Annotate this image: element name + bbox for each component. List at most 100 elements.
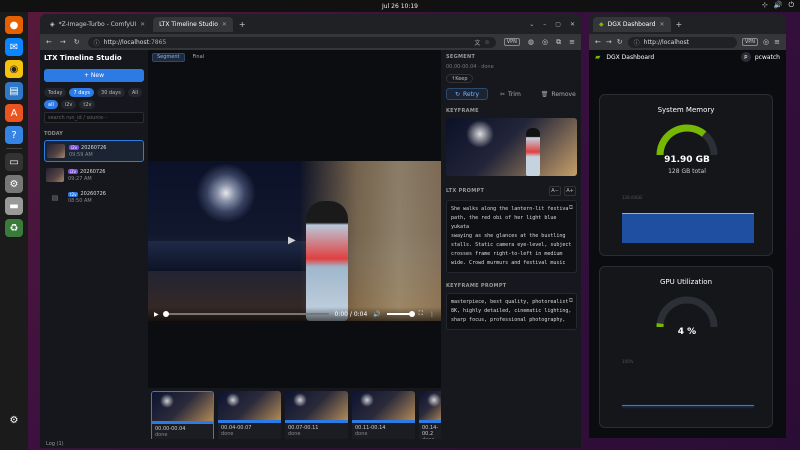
prompt-line: swaying as she glances at the bustling xyxy=(451,233,566,239)
tab-comfyui[interactable]: ◈ *Z-Image-Turbo - ComfyUI ✕ xyxy=(44,17,151,32)
new-tab-icon[interactable]: + xyxy=(673,20,686,29)
extensions-puzzle-icon[interactable]: ⧉ xyxy=(556,38,561,47)
back-icon[interactable]: ← xyxy=(46,38,52,46)
vpn-badge[interactable]: VPN xyxy=(741,38,759,46)
run-search-input[interactable]: search run_id / source··· xyxy=(44,112,144,123)
fullscreen-icon[interactable]: ⛶ xyxy=(419,310,423,318)
prompt-line: stalls. Static camera eye-level, subject xyxy=(451,242,572,248)
new-run-button[interactable]: + New xyxy=(44,69,144,82)
filter-today[interactable]: Today xyxy=(44,88,67,97)
writer-icon[interactable]: ▤ xyxy=(5,82,23,100)
profile-icon[interactable]: ◎ xyxy=(763,38,769,46)
more-icon[interactable]: ⋮ xyxy=(429,311,435,318)
reload-icon[interactable]: ↻ xyxy=(74,38,80,46)
volume-knob[interactable] xyxy=(408,311,415,317)
disk-icon[interactable]: ▬ xyxy=(5,197,23,215)
copy-icon[interactable]: ⧉ xyxy=(569,203,573,212)
clip[interactable]: 00.04-00.07 done xyxy=(218,391,281,441)
thunderbird-icon[interactable]: ✉ xyxy=(5,38,23,56)
terminal-icon[interactable]: ▭ xyxy=(5,153,23,171)
tab-segment[interactable]: Segment xyxy=(152,52,185,62)
firefox-icon[interactable]: ● xyxy=(5,16,23,34)
close-window-icon[interactable]: ✕ xyxy=(570,21,575,28)
clip-range: 00.00-00.04 xyxy=(155,426,186,432)
kind-t2v[interactable]: t2v xyxy=(79,100,96,109)
profile-icon[interactable]: ◎ xyxy=(542,38,548,46)
tab-strip: ◆ DGX Dashboard ✕ + xyxy=(589,14,786,34)
clip[interactable]: 00.07-00.11 done xyxy=(285,391,348,441)
translate-icon[interactable]: 文 xyxy=(474,38,480,47)
bookmark-star-icon[interactable]: ☆ xyxy=(484,39,489,46)
tab-ltx[interactable]: LTX Timeline Studio ✕ xyxy=(153,16,233,32)
filter-7days[interactable]: 7 days xyxy=(69,88,95,97)
log-bar[interactable]: Log (1) xyxy=(40,439,581,448)
tab-dgx[interactable]: ◆ DGX Dashboard ✕ xyxy=(593,16,671,32)
dgx-browser-window: ◆ DGX Dashboard ✕ + ← → ↻ ⓘ http://local… xyxy=(589,14,786,438)
back-icon[interactable]: ← xyxy=(595,38,601,46)
run-item[interactable]: ▤ t2v 20260726 08:50 AM xyxy=(44,188,144,207)
kf-prompt-text[interactable]: ⧉ masterpiece, best quality, photorealis… xyxy=(446,293,577,330)
power-icon[interactable]: ⏻ xyxy=(788,1,794,10)
clip[interactable]: 00.00-00.04 done xyxy=(151,391,214,441)
ltx-prompt-text[interactable]: ⧉ She walks along the lantern-lit festiv… xyxy=(446,200,577,273)
retry-button[interactable]: ↻ Retry xyxy=(446,88,488,100)
memory-gauge xyxy=(656,124,718,156)
maximize-icon[interactable]: ▢ xyxy=(555,21,561,28)
close-icon[interactable]: ✕ xyxy=(140,21,145,28)
volume-slider[interactable] xyxy=(386,311,415,317)
system-tray[interactable]: ⊹ 🔊 ⏻ xyxy=(762,1,794,10)
appcenter-icon[interactable]: A xyxy=(5,104,23,122)
river xyxy=(148,241,308,271)
forward-icon[interactable]: → xyxy=(60,38,66,46)
apps-grid-icon[interactable]: ⚙ xyxy=(5,411,23,429)
extension-icon[interactable]: ◍ xyxy=(528,38,534,46)
trash-icon[interactable]: ♻ xyxy=(5,219,23,237)
clip[interactable]: 00.11-00.14 done xyxy=(352,391,415,441)
seek-bar[interactable] xyxy=(162,311,329,317)
menu-icon[interactable]: ≡ xyxy=(569,38,575,46)
seek-knob[interactable] xyxy=(162,311,169,317)
rhythmbox-icon[interactable]: ◉ xyxy=(5,60,23,78)
keep-button[interactable]: ↑ Keep xyxy=(446,74,473,83)
chevron-down-icon[interactable]: ⌄ xyxy=(529,21,534,28)
url-field[interactable]: ⓘ http://localhost xyxy=(627,36,737,48)
run-id: 20260726 xyxy=(81,144,107,151)
keyframe-image[interactable] xyxy=(446,118,577,176)
play-icon[interactable]: ▶ xyxy=(154,311,159,318)
kind-all[interactable]: all xyxy=(44,100,58,109)
close-icon[interactable]: ✕ xyxy=(222,21,227,28)
copy-icon[interactable]: ⧉ xyxy=(569,296,573,305)
font-decrease-button[interactable]: A− xyxy=(549,186,561,196)
url-field[interactable]: ⓘ http://localhost:7865 文 ☆ xyxy=(87,36,496,48)
menu-icon[interactable]: ≡ xyxy=(774,38,780,46)
filter-all[interactable]: All xyxy=(127,88,143,97)
forward-icon[interactable]: → xyxy=(606,38,612,46)
clock[interactable]: Jul 26 10:19 xyxy=(382,3,418,10)
network-icon[interactable]: ⊹ xyxy=(762,1,768,10)
filter-30days[interactable]: 30 days xyxy=(97,88,125,97)
settings-icon[interactable]: ⚙ xyxy=(5,175,23,193)
site-info-icon[interactable]: ⓘ xyxy=(94,38,100,47)
font-increase-button[interactable]: A+ xyxy=(564,186,576,196)
volume-icon[interactable]: 🔊 xyxy=(373,311,380,318)
run-item[interactable]: i2v 20260726 09:27 AM xyxy=(44,165,144,185)
close-icon[interactable]: ✕ xyxy=(659,21,664,28)
site-info-icon[interactable]: ⓘ xyxy=(634,38,640,47)
vpn-badge[interactable]: VPN xyxy=(503,38,520,46)
remove-button[interactable]: 🗑 Remove xyxy=(533,88,581,100)
help-icon[interactable]: ? xyxy=(5,126,23,144)
tab-final[interactable]: Final xyxy=(189,53,209,62)
play-overlay-icon[interactable]: ▶ xyxy=(288,235,296,246)
run-item[interactable]: i2v 20260726 09:59 AM xyxy=(44,140,144,162)
minimize-icon[interactable]: – xyxy=(543,21,546,28)
ltx-sidebar: LTX Timeline Studio + New Today 7 days 3… xyxy=(40,50,148,448)
volume-icon[interactable]: 🔊 xyxy=(774,1,783,10)
trim-button[interactable]: ✂ Trim xyxy=(492,88,529,100)
avatar[interactable]: p xyxy=(740,52,751,62)
run-thumbnail xyxy=(47,144,65,158)
user-menu[interactable]: p pcwatch xyxy=(740,52,780,62)
kind-i2v[interactable]: i2v xyxy=(60,100,77,109)
reload-icon[interactable]: ↻ xyxy=(617,38,623,46)
new-tab-icon[interactable]: + xyxy=(235,20,250,29)
video-player[interactable]: ▶ ▶ 0:00 / 0:04 🔊 ⛶ ⋮ xyxy=(148,161,441,321)
